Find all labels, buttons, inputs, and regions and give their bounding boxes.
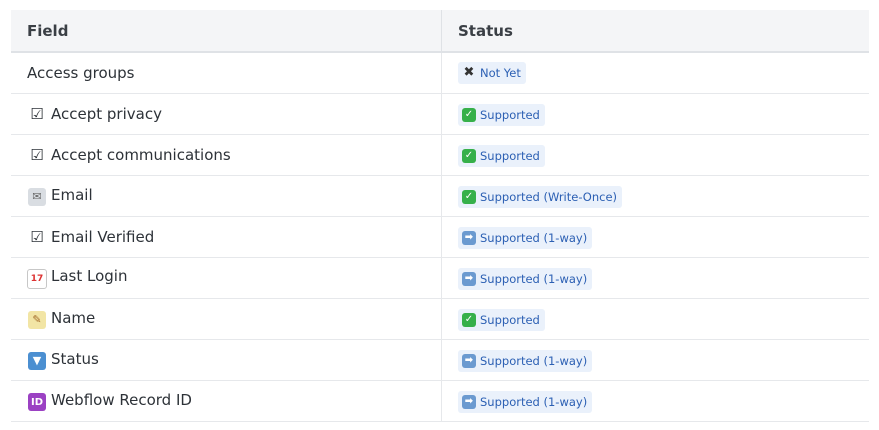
envelope-icon: ✉: [27, 186, 47, 206]
table-row: ▼ Status ➡ Supported (1-way): [11, 339, 869, 381]
dropdown-icon-glyph: ▼: [28, 351, 46, 370]
calendar-icon-glyph: 17: [27, 269, 47, 289]
field-cell: ☑ Accept privacy: [11, 93, 442, 135]
field-cell: ✎ Name: [11, 298, 442, 340]
field-cell: 17 Last Login: [11, 257, 442, 299]
checkbox-icon: ☑: [27, 228, 47, 246]
dropdown-icon: ▼: [27, 350, 47, 370]
field-cell: ▼ Status: [11, 339, 442, 381]
header-row: Field Status: [11, 10, 869, 53]
status-cell: ➡ Supported (1-way): [441, 339, 869, 381]
memo-icon-glyph: ✎: [28, 310, 46, 329]
arrow-right-icon: ➡: [462, 394, 476, 409]
field-label: Webflow Record ID: [51, 390, 192, 409]
status-badge: ✓ Supported: [458, 103, 545, 126]
check-icon: ✓: [462, 107, 476, 122]
field-label: Accept communications: [51, 146, 231, 164]
field-cell: ✉ Email: [11, 175, 442, 217]
status-badge: ✓ Supported: [458, 144, 545, 167]
field-status-table-container: Field Status Access groups ✖ Not Yet ☑ Accep…: [11, 10, 869, 422]
field-label: Email Verified: [51, 228, 155, 246]
checkbox-icon: ☑: [27, 146, 47, 164]
status-badge: ➡ Supported (1-way): [458, 226, 593, 249]
table-row: ✉ Email ✓ Supported (Write-Once): [11, 175, 869, 217]
status-cell: ✓ Supported: [441, 93, 869, 135]
field-cell: ☑ Email Verified: [11, 216, 442, 258]
check-icon: ✓: [462, 148, 476, 163]
status-label: Supported: [480, 312, 540, 327]
status-label: Supported: [480, 148, 540, 163]
checkbox-icon-glyph: ☑: [30, 228, 44, 246]
memo-icon: ✎: [27, 309, 47, 329]
id-icon: ID: [27, 391, 47, 412]
table-row: Access groups ✖ Not Yet: [11, 52, 869, 94]
id-icon-glyph: ID: [28, 393, 46, 412]
field-label: Last Login: [51, 267, 128, 285]
status-label: Supported (1-way): [480, 230, 588, 245]
status-badge: ✓ Supported: [458, 308, 545, 331]
calendar-icon: 17: [27, 267, 47, 289]
status-cell: ✓ Supported: [441, 134, 869, 176]
field-label: Name: [51, 309, 96, 328]
status-cell: ➡ Supported (1-way): [441, 257, 869, 299]
status-label: Supported: [480, 107, 540, 122]
arrow-right-icon: ➡: [462, 353, 476, 368]
status-label: Supported (1-way): [480, 353, 588, 368]
field-label: Accept privacy: [51, 105, 162, 123]
status-label: Supported (Write-Once): [480, 189, 618, 204]
field-label: Email: [51, 186, 93, 205]
check-icon: ✓: [462, 189, 476, 204]
status-cell: ➡ Supported (1-way): [441, 380, 869, 422]
status-badge: ✓ Supported (Write-Once): [458, 185, 623, 208]
field-label: Access groups: [27, 64, 135, 82]
field-cell: ID Webflow Record ID: [11, 380, 442, 422]
envelope-icon-glyph: ✉: [28, 187, 46, 206]
checkbox-icon-glyph: ☑: [30, 146, 44, 164]
status-label: Supported (1-way): [480, 394, 588, 409]
status-label: Supported (1-way): [480, 271, 588, 286]
table-row: ☑ Accept communications ✓ Supported: [11, 134, 869, 176]
field-label: Status: [51, 350, 99, 369]
field-status-table: Field Status Access groups ✖ Not Yet ☑ Accep…: [11, 10, 869, 422]
arrow-right-icon: ➡: [462, 271, 476, 286]
status-cell: ➡ Supported (1-way): [441, 216, 869, 258]
x-icon: ✖: [463, 65, 475, 80]
table-row: ID Webflow Record ID ➡ Supported (1-way): [11, 380, 869, 422]
table-row: ☑ Email Verified ➡ Supported (1-way): [11, 216, 869, 258]
status-badge: ✖ Not Yet: [458, 62, 526, 84]
checkbox-icon-glyph: ☑: [30, 105, 44, 123]
status-cell: ✓ Supported (Write-Once): [441, 175, 869, 217]
checkbox-icon: ☑: [27, 105, 47, 123]
status-badge: ➡ Supported (1-way): [458, 267, 593, 290]
field-cell: Access groups: [11, 52, 442, 94]
table-header: Field Status: [11, 10, 869, 53]
field-cell: ☑ Accept communications: [11, 134, 442, 176]
table-row: ☑ Accept privacy ✓ Supported: [11, 93, 869, 135]
check-icon: ✓: [462, 312, 476, 327]
status-cell: ✓ Supported: [441, 298, 869, 340]
header-status: Status: [441, 10, 869, 53]
table-body: Access groups ✖ Not Yet ☑ Accept privacy ✓ Sup…: [11, 52, 869, 422]
arrow-right-icon: ➡: [462, 230, 476, 245]
table-row: ✎ Name ✓ Supported: [11, 298, 869, 340]
status-badge: ➡ Supported (1-way): [458, 390, 593, 413]
header-field: Field: [11, 10, 442, 53]
table-row: 17 Last Login ➡ Supported (1-way): [11, 257, 869, 299]
status-badge: ➡ Supported (1-way): [458, 349, 593, 372]
status-cell: ✖ Not Yet: [441, 52, 869, 94]
status-label: Not Yet: [480, 66, 521, 80]
